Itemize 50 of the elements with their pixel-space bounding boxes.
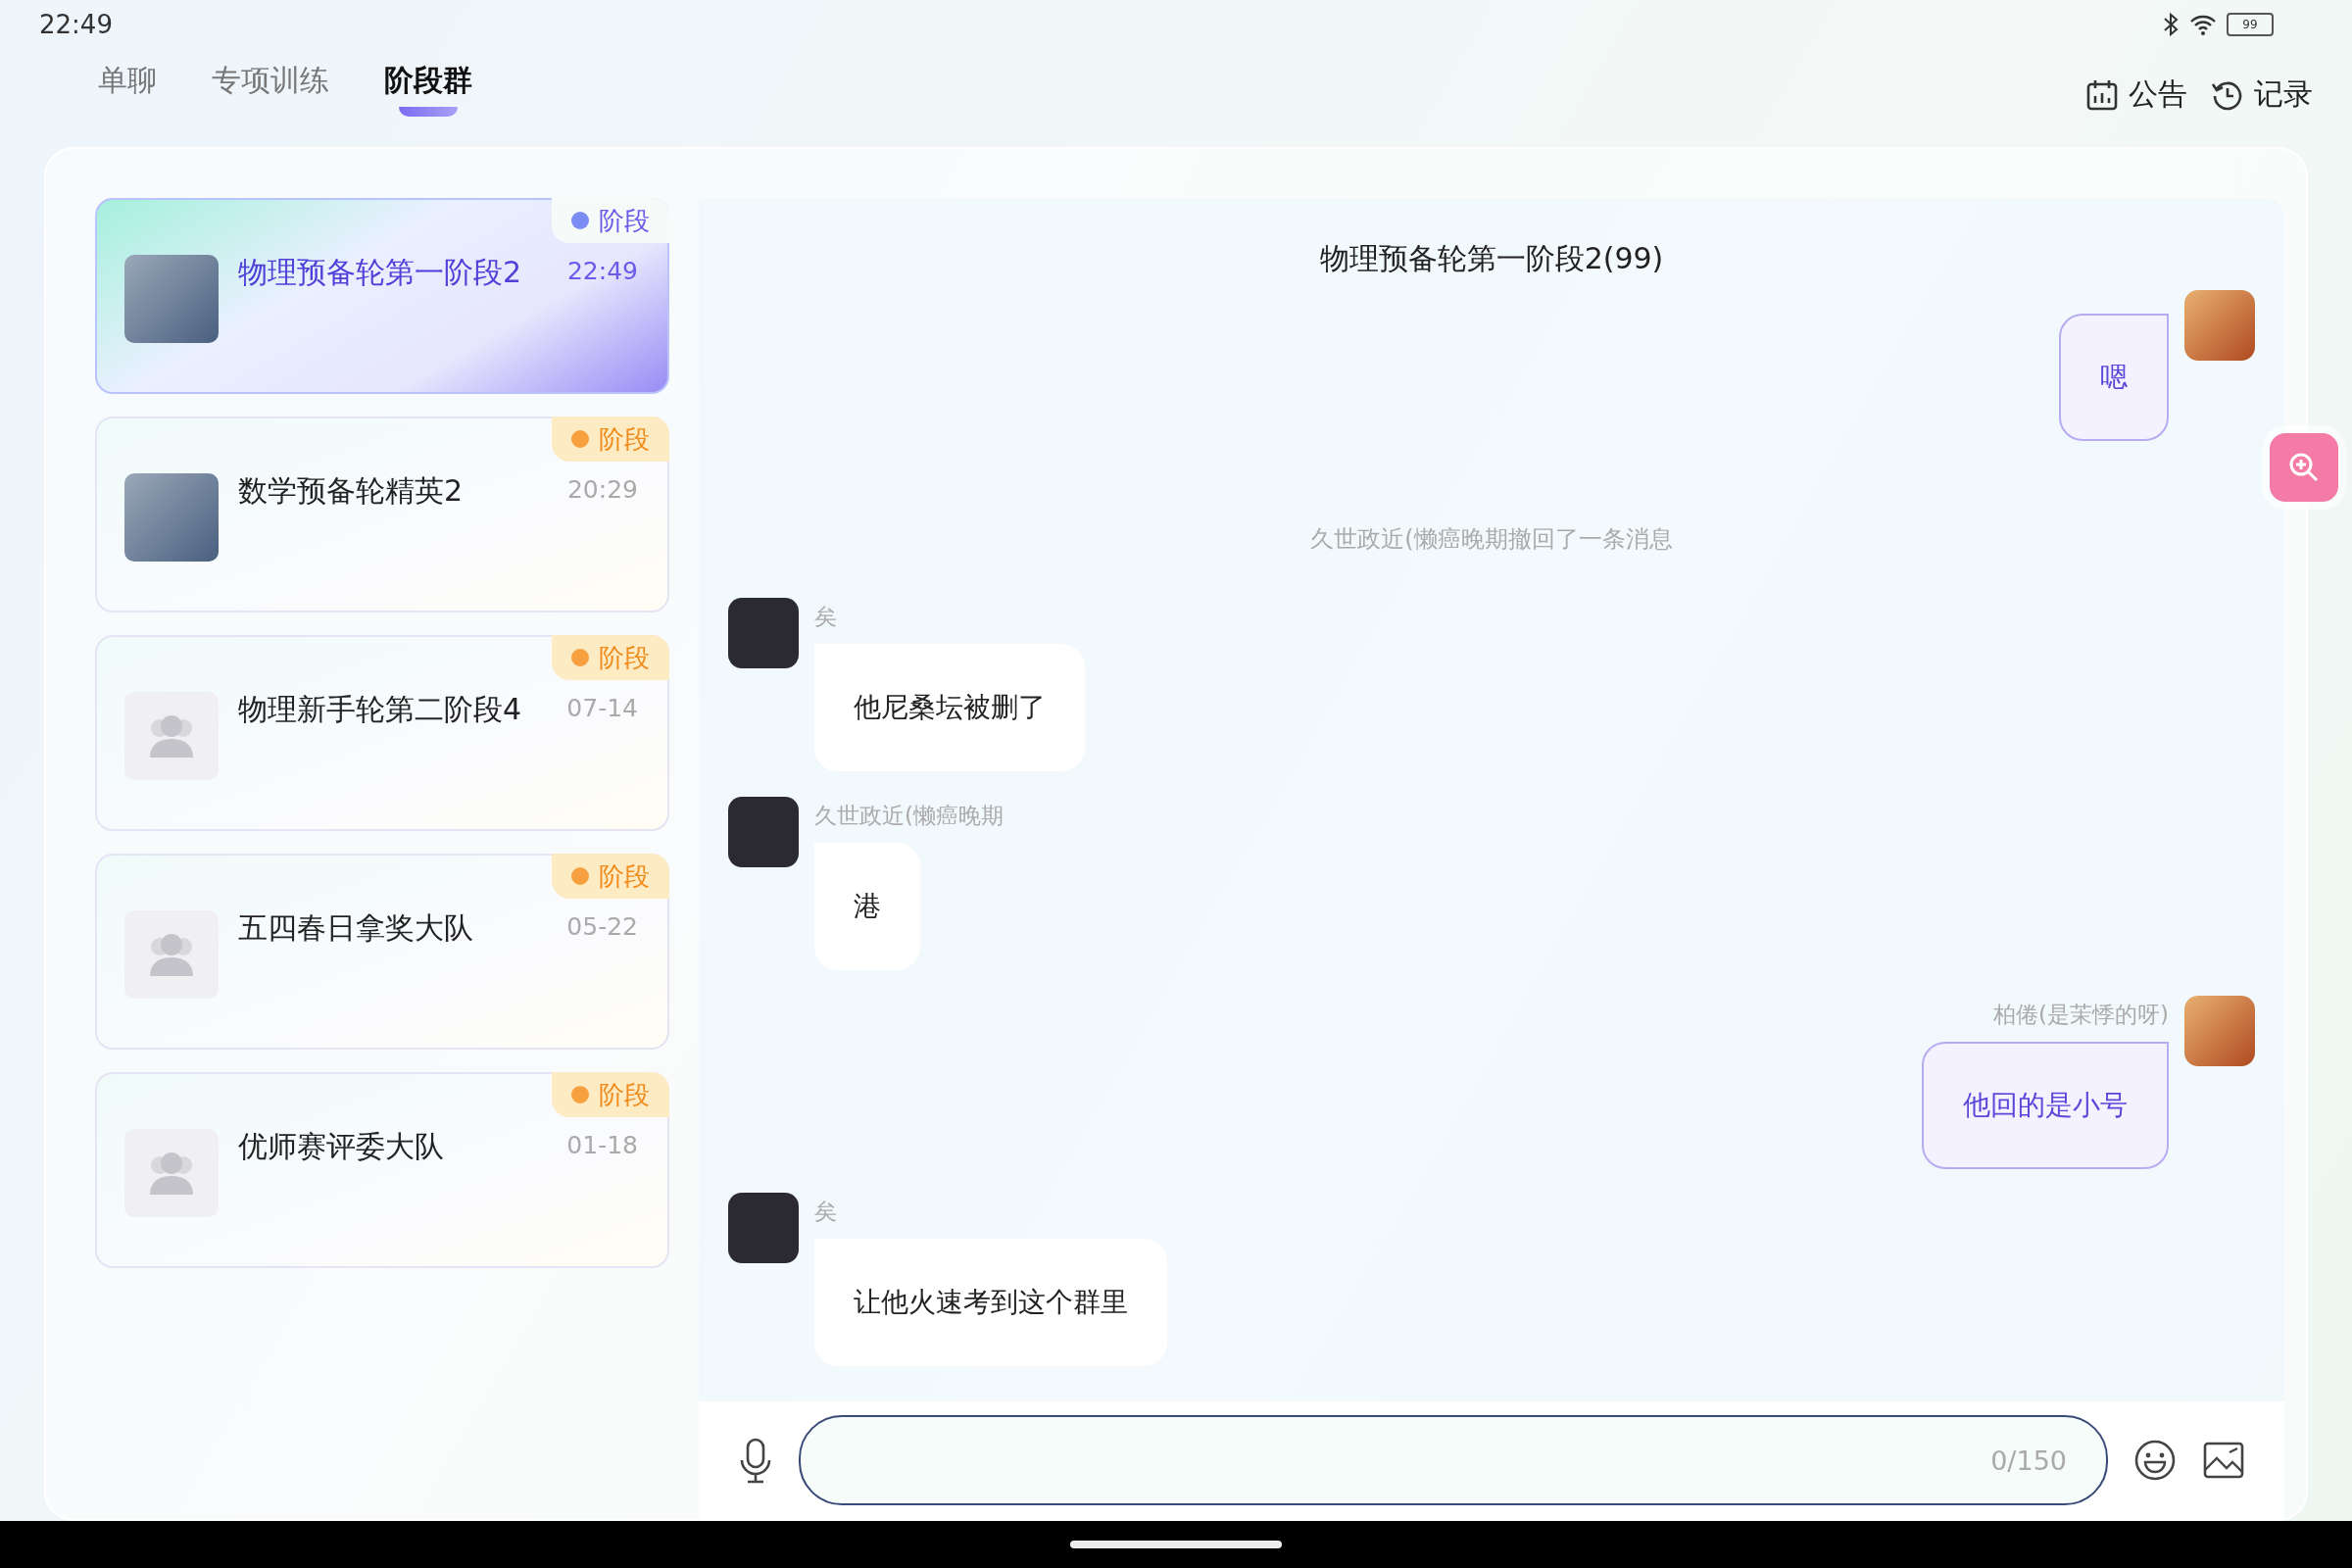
emoji-icon[interactable] [2133,1439,2177,1482]
group-time: 05-22 [566,912,638,941]
message-bubble: 港 [814,843,920,970]
calendar-icon [2085,77,2119,112]
message-bubble: 他回的是小号 [1922,1042,2169,1169]
group-name: 数学预备轮精英2 [238,472,465,510]
sender-name: 矣 [814,1198,837,1226]
message-bubble: 他尼桑坛被删了 [814,644,1085,771]
group-time: 07-14 [566,694,638,722]
photo-placeholder [728,598,799,668]
group-card[interactable]: 阶段 物理新手轮第二阶段4 07-14 [95,635,669,831]
sender-name: 久世政近(懒癌晚期 [814,802,1004,830]
message-bubble: 让他火速考到这个群里 [814,1239,1167,1366]
zoom-in-icon [2287,451,2321,484]
group-card[interactable]: 阶段 物理预备轮第一阶段2 22:49 [95,198,669,394]
group-time: 22:49 [566,257,638,285]
status-time: 22:49 [39,10,113,39]
header-action[interactable]: 记录 [2211,74,2313,115]
group-name: 物理新手轮第二阶段4 [238,691,523,728]
photo-placeholder [2184,996,2255,1066]
stage-tag: 阶段 [552,416,669,462]
stage-tag: 阶段 [552,854,669,899]
sender-name: 矣 [814,603,837,631]
microphone-icon[interactable] [738,1437,773,1484]
photo-placeholder [728,797,799,867]
system-notice: 久世政近(懒癌晚期撤回了一条消息 [1309,524,1674,555]
tab[interactable]: 专项训练 [212,61,329,121]
group-name: 五四春日拿奖大队 [238,909,474,947]
sender-name: 柏倦(是茉悸的呀) [1993,1001,2169,1029]
group-name: 优师赛评委大队 [238,1128,445,1165]
photo-placeholder [728,1193,799,1263]
tab[interactable]: 阶段群 [384,61,472,121]
group-card[interactable]: 阶段 数学预备轮精英2 20:29 [95,416,669,612]
zoom-in-button[interactable] [2270,433,2338,502]
tab[interactable]: 单聊 [98,61,157,121]
message-bubble: 嗯 [2059,314,2169,441]
group-card[interactable]: 阶段 五四春日拿奖大队 05-22 [95,854,669,1050]
chat-title: 物理预备轮第一阶段2(99) [1318,240,1665,277]
battery-icon: 99 [2227,13,2274,36]
stage-tag: 阶段 [552,1072,669,1117]
photo-placeholder [2184,290,2255,361]
header-action[interactable]: 公告 [2085,74,2187,115]
group-time: 01-18 [566,1131,638,1159]
stage-tag: 阶段 [552,198,669,243]
bluetooth-icon [2162,12,2180,37]
stage-tag: 阶段 [552,635,669,680]
group-card[interactable]: 阶段 优师赛评委大队 01-18 [95,1072,669,1268]
group-time: 20:29 [566,475,638,504]
group-name: 物理预备轮第一阶段2 [238,254,523,291]
wifi-icon [2189,13,2217,36]
